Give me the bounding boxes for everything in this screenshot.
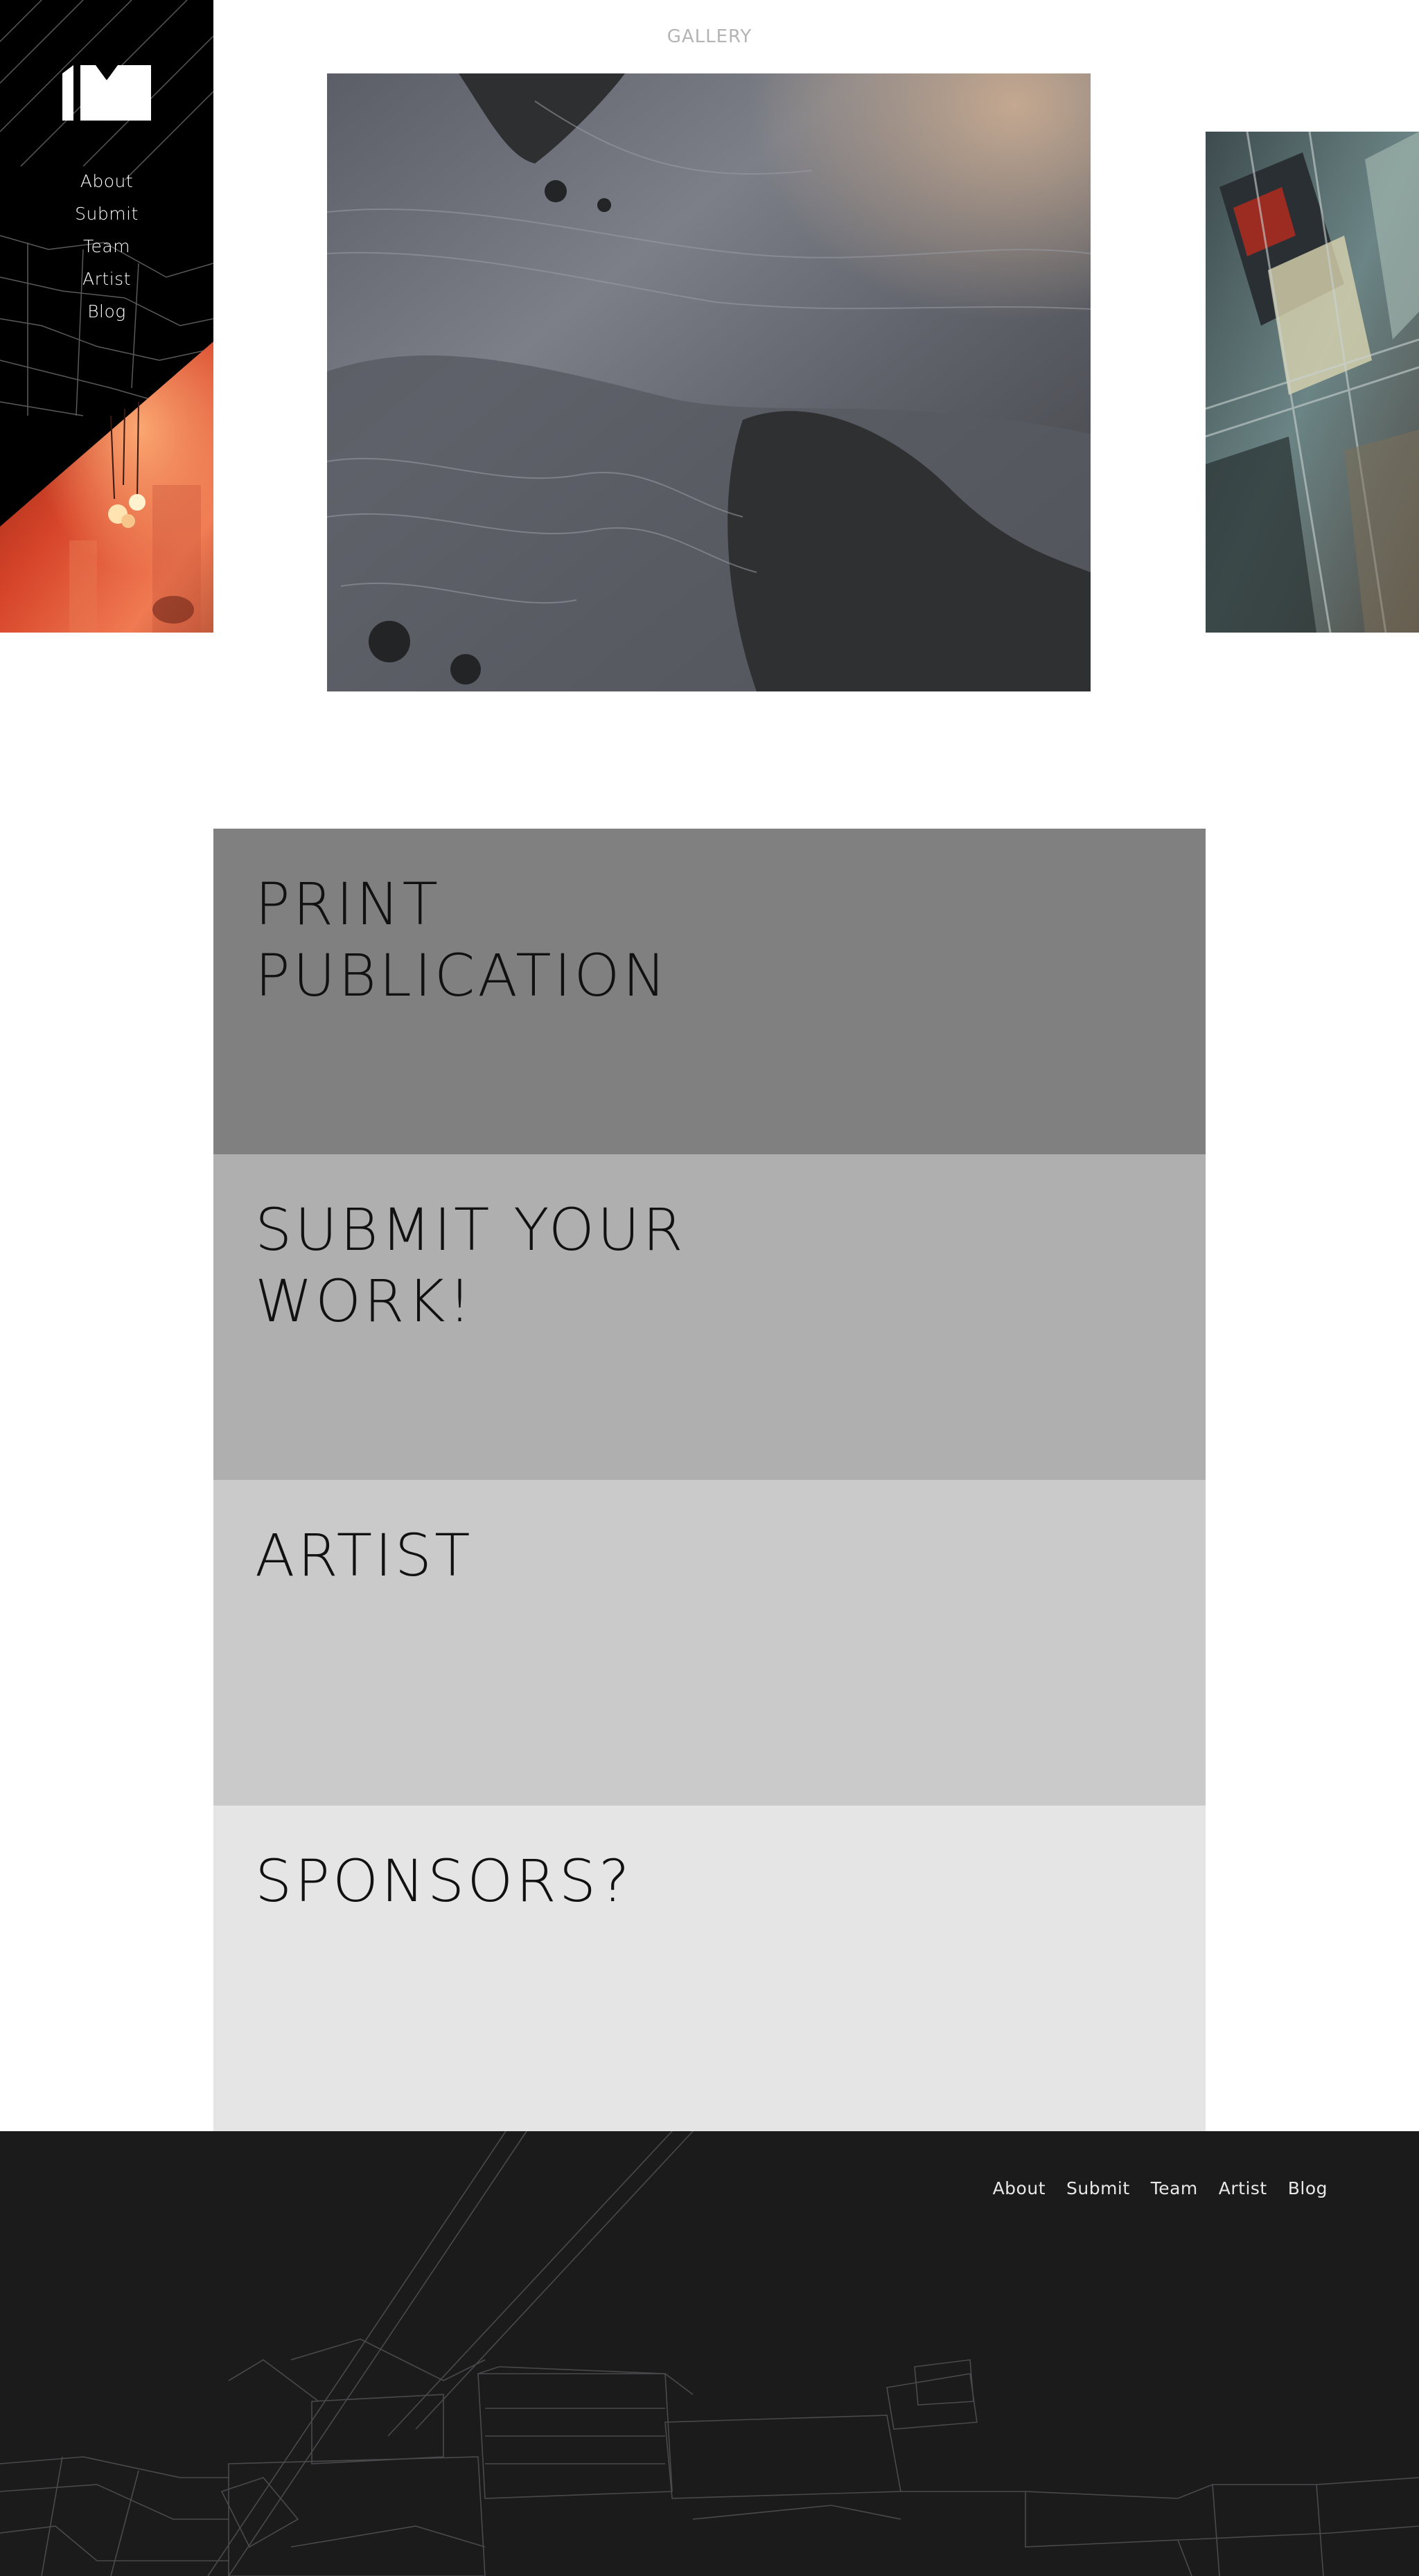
footer-nav-blog[interactable]: Blog — [1288, 2178, 1328, 2198]
feature-title-print-publication: PRINT PUBLICATION — [255, 870, 669, 1009]
sidebar-nav-blog[interactable]: Blog — [0, 295, 213, 328]
gallery-title: GALLERY — [667, 26, 752, 47]
footer-nav: About Submit Team Artist Blog — [993, 2178, 1328, 2198]
sidebar-nav-about[interactable]: About — [0, 165, 213, 197]
feature-title-submit-work: SUBMIT YOUR WORK! — [255, 1196, 686, 1335]
feature-title-sponsors: SPONSORS? — [255, 1847, 633, 1915]
gallery-image-main[interactable] — [327, 73, 1091, 691]
footer: About Submit Team Artist Blog — [0, 2131, 1419, 2576]
feature-blocks: PRINT PUBLICATION SUBMIT YOUR WORK! ARTI… — [213, 829, 1206, 2131]
footer-nav-submit[interactable]: Submit — [1066, 2178, 1130, 2198]
feature-sponsors[interactable]: SPONSORS? — [213, 1806, 1206, 2131]
footer-nav-artist[interactable]: Artist — [1219, 2178, 1267, 2198]
gallery-image-side[interactable] — [1206, 132, 1419, 633]
sidebar-nav-artist[interactable]: Artist — [0, 263, 213, 295]
footer-nav-team[interactable]: Team — [1151, 2178, 1198, 2198]
feature-print-publication[interactable]: PRINT PUBLICATION — [213, 829, 1206, 1154]
footer-nav-about[interactable]: About — [993, 2178, 1046, 2198]
sidebar-nav-team[interactable]: Team — [0, 230, 213, 263]
sidebar: About Submit Team Artist Blog — [0, 0, 213, 633]
logo-icon[interactable] — [62, 65, 151, 121]
sidebar-nav-submit[interactable]: Submit — [0, 197, 213, 230]
feature-submit-work[interactable]: SUBMIT YOUR WORK! — [213, 1154, 1206, 1480]
sidebar-nav: About Submit Team Artist Blog — [0, 165, 213, 328]
feature-artist[interactable]: ARTIST — [213, 1480, 1206, 1806]
feature-title-artist: ARTIST — [255, 1521, 473, 1589]
